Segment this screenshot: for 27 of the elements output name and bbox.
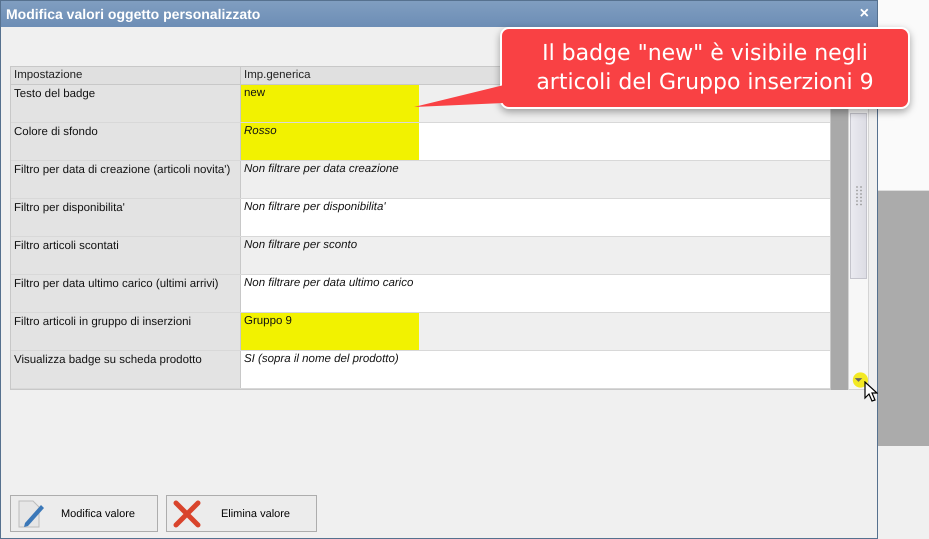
cursor-icon (864, 381, 878, 403)
table-cell: Colore di sfondo (11, 123, 241, 160)
grip-icon (856, 185, 862, 207)
column-header: Impostazione (14, 69, 82, 81)
edit-button[interactable]: Modifica valore (10, 495, 158, 532)
table-cell: Filtro articoli in gruppo di inserzioni (11, 313, 241, 350)
table-cell: Visualizza badge su scheda prodotto (11, 351, 241, 388)
x-icon (173, 500, 201, 528)
table-cell: Filtro articoli scontati (11, 237, 241, 274)
table-cell[interactable]: Non filtrare per disponibilita' (241, 199, 419, 236)
table-cell: Filtro per data ultimo carico (ultimi arrivi) (11, 275, 241, 312)
table-cell[interactable]: Non filtrare per data creazione (241, 161, 419, 198)
table-cell: Testo del badge (11, 85, 241, 122)
table-cell[interactable]: Non filtrare per sconto (241, 237, 419, 274)
delete-button[interactable]: Elimina valore (166, 495, 317, 532)
table-cell: Filtro per disponibilita' (11, 199, 241, 236)
table-cell[interactable]: Non filtrare per data ultimo carico (241, 275, 419, 312)
column-header: Imp.generica (244, 69, 310, 81)
table-cell[interactable]: SI (sopra il nome del prodotto) (241, 351, 419, 388)
callout-text: Il badge "new" è visibile negli articoli del Gruppo inserzioni 9 (535, 40, 875, 97)
pencil-document-icon (17, 498, 45, 528)
table-cell[interactable]: Rosso (241, 123, 419, 160)
table-cell: Filtro per data di creazione (articoli novita') (11, 161, 241, 198)
scroll-thumb[interactable] (850, 113, 867, 279)
window-title: Modifica valori oggetto personalizzato (6, 6, 260, 22)
table-cell[interactable]: new (241, 85, 419, 122)
table-cell[interactable]: Gruppo 9 (241, 313, 419, 350)
